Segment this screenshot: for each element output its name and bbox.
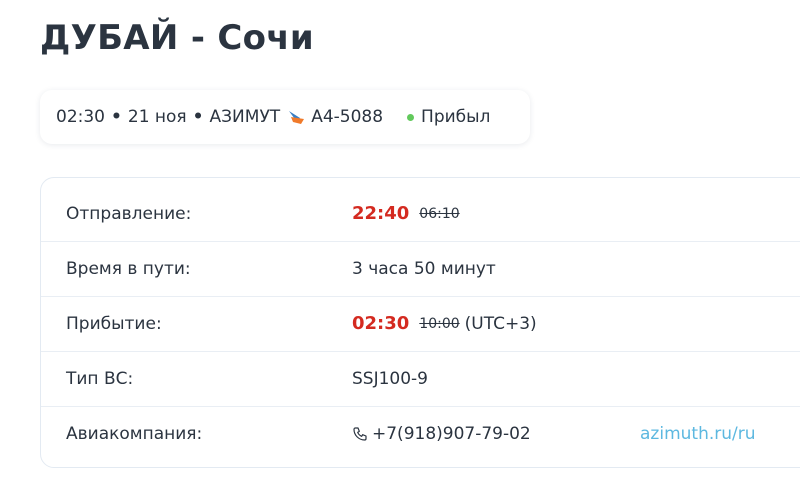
summary-date: 21 ноя — [127, 107, 187, 127]
airline-phone-number[interactable]: +7(918)907-79-02 — [372, 424, 531, 444]
departure-row: Отправление: 22:40 06:10 — [41, 186, 800, 242]
arrival-row: Прибытие: 02:30 10:00 (UTC+3) — [41, 296, 800, 352]
arrival-value: 02:30 10:00 (UTC+3) — [352, 313, 537, 334]
aircraft-label: Тип ВС: — [66, 368, 134, 389]
duration-value: 3 часа 50 минут — [352, 258, 496, 279]
duration-row: Время в пути: 3 часа 50 минут — [41, 241, 800, 297]
status-badge: Прибыл — [421, 107, 491, 127]
airline-website-link[interactable]: azimuth.ru/ru — [640, 424, 756, 444]
flight-number: А4-5088 — [311, 107, 384, 127]
airline-phone[interactable]: +7(918)907-79-02 — [352, 424, 531, 444]
status-dot — [407, 113, 415, 121]
departure-value: 22:40 06:10 — [352, 203, 460, 224]
duration-label: Время в пути: — [66, 258, 191, 279]
flight-summary: 02:30 • 21 ноя • АЗИМУТ А4-5088 Прибыл — [40, 90, 530, 144]
page-title: ДУБАЙ - Сочи — [40, 18, 315, 58]
airline-label: Авиакомпания: — [66, 423, 203, 444]
departure-label: Отправление: — [66, 203, 192, 224]
flight-page: ДУБАЙ - Сочи 02:30 • 21 ноя • АЗИМУТ А4-… — [0, 0, 800, 498]
departure-actual-time: 22:40 — [352, 203, 410, 224]
phone-icon — [352, 426, 368, 442]
arrival-actual-time: 02:30 — [352, 313, 410, 334]
azimut-logo-icon — [288, 109, 305, 125]
airline-row: Авиакомпания: +7(918)907-79-02 azimuth.r… — [41, 406, 800, 461]
separator: • — [111, 107, 122, 127]
flight-details-card: Отправление: 22:40 06:10 Время в пути: 3… — [40, 177, 800, 468]
departure-scheduled-time: 06:10 — [419, 205, 460, 222]
aircraft-row: Тип ВС: SSJ100-9 — [41, 351, 800, 407]
arrival-label: Прибытие: — [66, 313, 162, 334]
aircraft-value: SSJ100-9 — [352, 368, 428, 389]
summary-time: 02:30 — [56, 107, 105, 127]
arrival-timezone: (UTC+3) — [464, 313, 537, 334]
separator: • — [192, 107, 204, 127]
arrival-scheduled-time: 10:00 — [419, 315, 460, 332]
summary-airline: АЗИМУТ — [209, 107, 281, 127]
